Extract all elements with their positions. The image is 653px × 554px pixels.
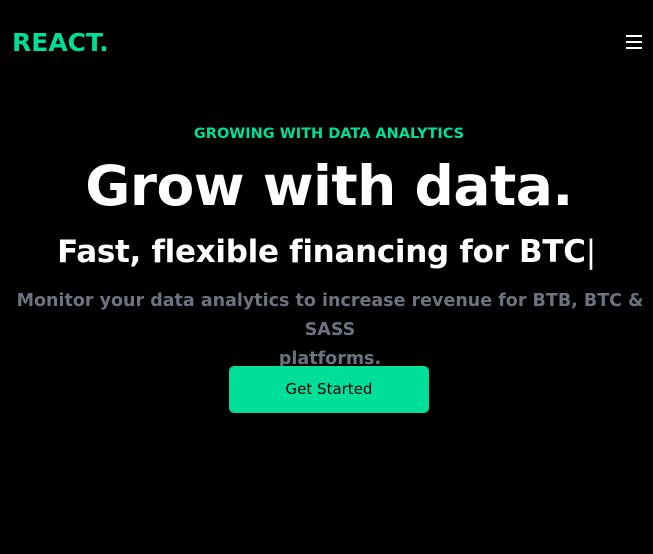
typed-text: Fast, flexible financing for BTC [57, 234, 586, 270]
page: REACT. GROWING WITH DATA ANALYTICS Grow … [0, 0, 653, 554]
hero-subline: Fast, flexible financing for BTC| [0, 230, 653, 274]
hero-headline: Grow with data. [85, 154, 573, 218]
description-line-1: Monitor your data analytics to increase … [16, 291, 644, 340]
get-started-button[interactable]: Get Started [229, 366, 429, 413]
hamburger-menu-icon[interactable] [624, 32, 646, 52]
typing-caret: | [585, 234, 596, 270]
navbar: REACT. [0, 0, 653, 86]
hero-description: Monitor your data analytics to increase … [0, 287, 653, 374]
logo[interactable]: REACT. [12, 27, 109, 59]
hero-eyebrow: GROWING WITH DATA ANALYTICS [193, 126, 465, 142]
